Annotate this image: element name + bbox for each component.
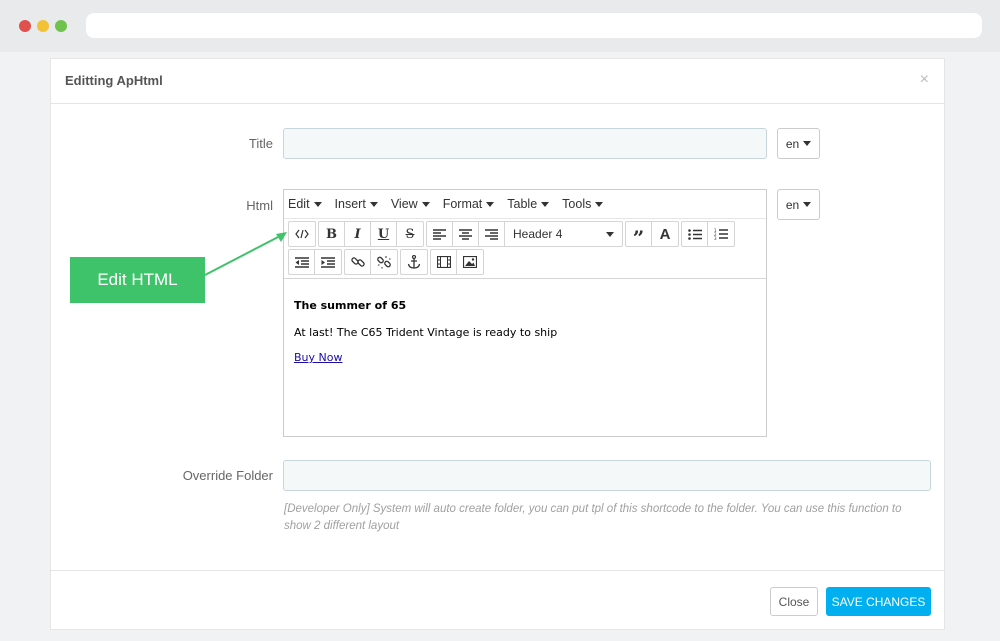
anchor-group	[400, 249, 428, 275]
chevron-down-icon	[421, 201, 430, 207]
title-lang-label: en	[785, 136, 800, 151]
callout-arrow-icon	[204, 232, 287, 276]
override-folder-label: Override Folder	[182, 468, 273, 483]
chevron-down-icon	[541, 201, 550, 207]
anchor-icon[interactable]	[401, 250, 427, 274]
block-format-select[interactable]: Header 4	[505, 222, 622, 246]
image-icon[interactable]	[457, 250, 483, 274]
override-folder-input[interactable]	[283, 460, 931, 491]
chevron-down-icon	[606, 231, 614, 237]
chevron-down-icon	[803, 202, 812, 207]
chevron-down-icon	[486, 201, 495, 207]
italic-icon[interactable]: I	[345, 222, 371, 246]
window-close-dot[interactable]	[19, 20, 31, 32]
override-folder-help: [Developer Only] System will auto create…	[284, 503, 902, 532]
chevron-down-icon	[369, 201, 378, 207]
edit-modal: Editting ApHtml × Title en Html en Edit …	[50, 58, 945, 630]
menu-edit-label: Edit	[288, 197, 310, 211]
media-icon[interactable]	[431, 250, 457, 274]
align-left-icon[interactable]	[427, 222, 453, 246]
title-lang-dropdown[interactable]: en	[777, 128, 820, 159]
edit-html-callout: Edit HTML	[70, 257, 205, 303]
window-minimize-dot[interactable]	[37, 20, 49, 32]
bullet-list-icon[interactable]	[682, 222, 708, 246]
close-button[interactable]: Close	[770, 587, 818, 616]
modal-footer: Close SAVE CHANGES	[51, 570, 944, 629]
align-group: Header 4	[426, 221, 623, 247]
window-maximize-dot[interactable]	[55, 20, 67, 32]
underline-icon[interactable]: U	[371, 222, 397, 246]
chevron-down-icon	[595, 201, 604, 207]
content-paragraph: At last! The C65 Trident Vintage is read…	[294, 326, 558, 339]
address-bar[interactable]	[86, 13, 982, 38]
indent-icon[interactable]	[315, 250, 341, 274]
menu-insert-label: Insert	[334, 197, 366, 211]
html-lang-label: en	[785, 197, 800, 212]
page-area: Editting ApHtml × Title en Html en Edit …	[0, 52, 1000, 641]
media-group	[430, 249, 484, 275]
content-headline: The summer of 65	[294, 299, 407, 312]
html-lang-dropdown[interactable]: en	[777, 189, 820, 220]
editor-toolbar-row-2	[284, 247, 766, 275]
menu-format[interactable]: Format	[443, 197, 495, 211]
link-icon[interactable]	[345, 250, 371, 274]
align-right-icon[interactable]	[479, 222, 505, 246]
menu-tools-label: Tools	[562, 197, 592, 211]
text-color-icon[interactable]: A	[652, 222, 678, 246]
numbered-list-icon[interactable]: 123	[708, 222, 734, 246]
menu-table-label: Table	[507, 197, 538, 211]
menu-insert[interactable]: Insert	[335, 197, 378, 211]
browser-chrome	[0, 0, 1000, 52]
align-center-icon[interactable]	[453, 222, 479, 246]
save-changes-button[interactable]: SAVE CHANGES	[826, 587, 931, 616]
modal-title: Editting ApHtml	[65, 73, 163, 88]
menu-format-label: Format	[442, 197, 483, 211]
menu-table[interactable]: Table	[507, 197, 550, 211]
blockquote-icon[interactable]: ”	[626, 222, 652, 250]
close-icon[interactable]: ×	[920, 71, 929, 89]
title-label: Title	[248, 136, 273, 151]
chevron-down-icon	[313, 201, 322, 207]
chevron-down-icon	[803, 141, 812, 146]
editor-toolbar-row-1: B I U S Header 4 ” A 1 2 3	[284, 219, 766, 250]
title-input[interactable]	[283, 128, 767, 159]
editor-menubar: Edit Insert View Format Table Tools	[284, 190, 766, 219]
svg-text:3: 3	[714, 236, 717, 240]
bold-icon[interactable]: B	[319, 222, 345, 246]
modal-header: Editting ApHtml ×	[51, 59, 944, 104]
block-format-value: Header 4	[513, 227, 563, 241]
menu-edit[interactable]: Edit	[288, 197, 322, 211]
editor-content-area[interactable]: The summer of 65 At last! The C65 Triden…	[284, 278, 766, 436]
buy-now-link[interactable]: Buy Now	[294, 351, 342, 364]
list-group: 123	[681, 221, 735, 247]
strikethrough-icon[interactable]: S	[397, 222, 423, 246]
menu-view-label: View	[390, 197, 418, 211]
link-group	[344, 249, 398, 275]
html-editor: Edit Insert View Format Table Tools B I …	[283, 189, 767, 437]
html-label: Html	[246, 198, 273, 213]
menu-view[interactable]: View	[391, 197, 430, 211]
text-style-group: B I U S	[318, 221, 424, 247]
unlink-icon[interactable]	[371, 250, 397, 274]
menu-tools[interactable]: Tools	[562, 197, 604, 211]
quote-color-group: ” A	[625, 221, 679, 250]
